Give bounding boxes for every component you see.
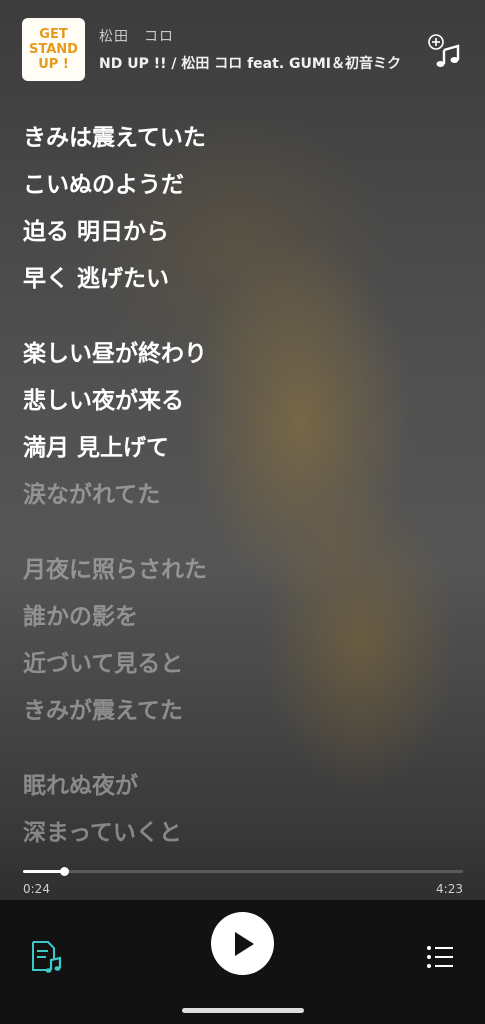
- lyric-line[interactable]: 悲しい夜が来る: [23, 378, 463, 425]
- lyric-line[interactable]: 迫る 明日から: [23, 209, 463, 256]
- lyric-line[interactable]: 誰かの影を: [23, 594, 463, 641]
- seek-bar-fill: [23, 870, 64, 873]
- seek-bar[interactable]: [23, 867, 463, 876]
- lyric-line[interactable]: 楽しい昼が終わり: [23, 331, 463, 378]
- lyric-line[interactable]: こいぬのようだ: [23, 162, 463, 209]
- home-indicator[interactable]: [182, 1008, 304, 1013]
- artist-name: 松田 コロ: [99, 29, 174, 45]
- stanza-gap: [23, 735, 463, 763]
- lyric-line[interactable]: 涙ながれてた: [23, 472, 463, 519]
- album-art[interactable]: GET STAND UP !: [22, 18, 85, 81]
- album-art-text-1: GET: [39, 27, 68, 42]
- lyric-line[interactable]: 近づいて見ると: [23, 641, 463, 688]
- add-music-icon[interactable]: [424, 30, 464, 70]
- lyric-line[interactable]: 満月 見上げて: [23, 425, 463, 472]
- stanza-gap: [23, 303, 463, 331]
- stanza-gap: [23, 519, 463, 547]
- current-time: 0:24: [23, 882, 50, 896]
- album-art-text-2: STAND: [29, 42, 78, 57]
- lyrics-note-icon[interactable]: [30, 940, 62, 974]
- seek-bar-handle[interactable]: [59, 867, 69, 876]
- album-art-text-3: UP !: [38, 57, 69, 72]
- play-icon: [234, 931, 254, 956]
- lyrics-panel[interactable]: きみは震えていた こいぬのようだ 迫る 明日から 早く 逃げたい 楽しい昼が終わ…: [23, 115, 463, 857]
- total-time: 4:23: [436, 882, 463, 896]
- lyric-line[interactable]: 月夜に照らされた: [23, 547, 463, 594]
- lyric-line[interactable]: 眠れぬ夜が: [23, 763, 463, 810]
- now-playing-header: GET STAND UP ! 松田 コロ ND UP !! / 松田 コロ fe…: [0, 0, 485, 100]
- song-title-marquee: ND UP !! / 松田 コロ feat. GUMI＆初音ミク: [99, 56, 402, 72]
- lyric-line[interactable]: 早く 逃げたい: [23, 256, 463, 303]
- queue-list-icon[interactable]: [426, 944, 454, 970]
- lyric-line[interactable]: きみが震えてた: [23, 688, 463, 735]
- play-button[interactable]: [211, 912, 274, 975]
- lyric-line[interactable]: 深まっていくと: [23, 810, 463, 857]
- lyric-line[interactable]: きみは震えていた: [23, 115, 463, 162]
